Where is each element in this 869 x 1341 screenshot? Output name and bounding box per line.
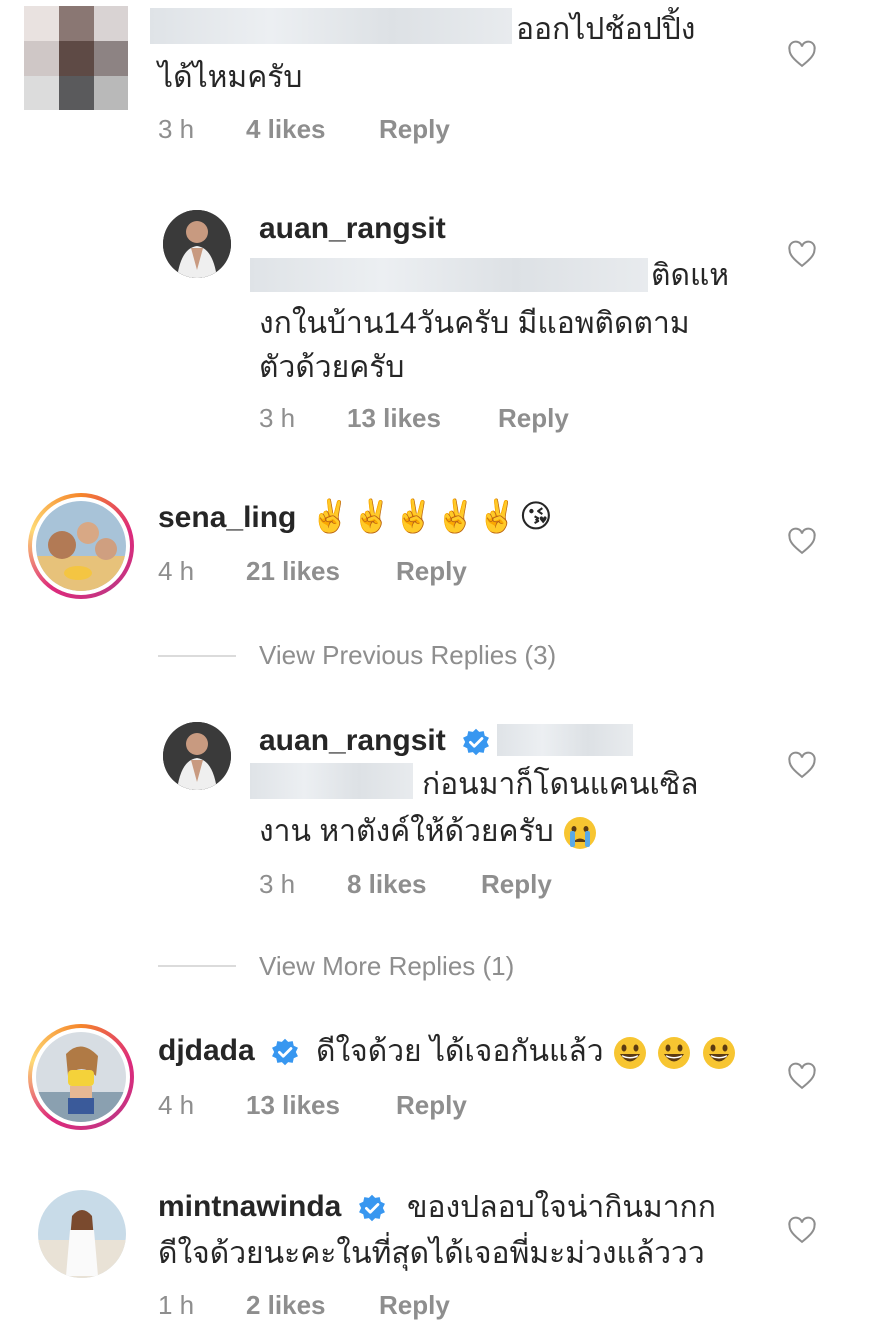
person-photo-icon [36, 1032, 126, 1122]
blurred-text [150, 8, 512, 44]
reply-button[interactable]: Reply [498, 403, 569, 434]
username-text[interactable]: djdada [158, 1034, 255, 1067]
comment-5: djdada ดีใจด้วย ได้เจอกันแล้ว 4 h 13 lik… [0, 1020, 869, 1150]
comment-text-line2: ดีใจด้วยนะคะในที่สุดได้เจอพี่มะม่วงแล้วว… [158, 1237, 705, 1270]
comment-text-line1: ก่อนมาก็โดนแคนเซิล [422, 768, 699, 801]
view-more-replies[interactable]: View More Replies (1) [259, 951, 514, 982]
comment-time: 3 h [259, 403, 296, 433]
comment-likes[interactable]: 13 likes [347, 403, 441, 434]
reply-button[interactable]: Reply [396, 1090, 467, 1121]
heart-icon[interactable] [787, 527, 817, 555]
comment-likes[interactable]: 21 likes [246, 556, 340, 587]
blurred-mention [250, 258, 648, 292]
blurred-mention [250, 763, 413, 799]
heart-icon[interactable] [787, 40, 817, 68]
username[interactable]: auan_rangsit [259, 724, 490, 758]
reply-button[interactable]: Reply [379, 1290, 450, 1321]
comment-text-line2: งาน หาตังค์ให้ด้วยครับ [259, 808, 598, 856]
avatar-mintnawinda[interactable] [38, 1190, 126, 1278]
comment-time: 3 h [158, 114, 195, 144]
comment-time: 3 h [259, 869, 296, 899]
grinning-face-icon [658, 1037, 691, 1070]
comment-text-line3: ตัวด้วยครับ [259, 351, 405, 384]
verified-badge-icon [272, 1038, 298, 1066]
comment-2: auan_rangsit ติดแห งกในบ้าน14วันครับ มีแ… [0, 200, 869, 450]
comment-text-line2: ได้ไหมครับ [158, 61, 303, 94]
comment-likes[interactable]: 4 likes [246, 114, 326, 145]
verified-badge-icon [358, 1194, 385, 1222]
avatar-sena-ling [36, 501, 126, 591]
heart-icon[interactable] [787, 751, 817, 779]
comment-likes[interactable]: 2 likes [246, 1290, 326, 1321]
pixelated-avatar-icon [24, 6, 128, 110]
blurred-mention [497, 724, 633, 756]
reply-button[interactable]: Reply [396, 556, 467, 587]
comment-text-line1: ของปลอบใจน่ากินมากก [407, 1191, 716, 1224]
person-photo-icon [163, 210, 231, 278]
comment-text-body: ดีใจด้วย ได้เจอกันแล้ว [316, 1035, 604, 1068]
group-photo-icon [36, 501, 126, 591]
grinning-face-icon [702, 1037, 735, 1070]
divider-line [158, 965, 236, 967]
avatar-djdada [36, 1032, 126, 1122]
comment-text-line1: ติดแห [651, 259, 730, 292]
crying-face-icon [564, 817, 597, 850]
comment-time: 1 h [158, 1290, 195, 1320]
comment-time: 4 h [158, 556, 195, 586]
reply-button[interactable]: Reply [379, 114, 450, 145]
divider-line [158, 655, 236, 657]
avatar-blurred[interactable] [24, 6, 128, 110]
username[interactable]: djdada [158, 1034, 299, 1068]
comment-text-line2-text: งาน หาตังค์ให้ด้วยครับ [259, 815, 554, 848]
comment-likes[interactable]: 8 likes [347, 869, 427, 900]
comment-text-line1: ออกไปช้อปปิ้ง [516, 13, 696, 46]
comment-text: ดีใจด้วย ได้เจอกันแล้ว [316, 1028, 737, 1076]
person-photo-icon [38, 1190, 126, 1278]
comment-text-line2: งกในบ้าน14วันครับ มีแอพติดตาม [259, 307, 690, 340]
story-ring[interactable] [28, 1024, 134, 1130]
heart-icon[interactable] [787, 240, 817, 268]
story-ring[interactable] [28, 493, 134, 599]
username-text[interactable]: mintnawinda [158, 1190, 341, 1223]
verified-badge-icon [463, 728, 490, 756]
avatar-auan-rangsit[interactable] [163, 210, 231, 278]
comment-6: mintnawinda ของปลอบใจน่ากินมากก ดีใจด้วย… [0, 1180, 869, 1341]
username[interactable]: mintnawinda [158, 1190, 386, 1224]
comment-time: 4 h [158, 1090, 195, 1120]
username-text[interactable]: auan_rangsit [259, 724, 446, 757]
grinning-face-icon [613, 1037, 646, 1070]
person-photo-icon [163, 722, 231, 790]
reply-button[interactable]: Reply [481, 869, 552, 900]
username[interactable]: auan_rangsit [259, 212, 446, 246]
comment-likes[interactable]: 13 likes [246, 1090, 340, 1121]
heart-icon[interactable] [787, 1062, 817, 1090]
comment-4: auan_rangsit ก่อนมาก็โดนแคนเซิล งาน หาตั… [0, 713, 869, 913]
view-previous-replies[interactable]: View Previous Replies (3) [259, 640, 556, 671]
emoji-row: ✌️✌️✌️✌️✌️😘 [310, 497, 555, 535]
heart-icon[interactable] [787, 1216, 817, 1244]
username[interactable]: sena_ling [158, 501, 296, 535]
avatar-auan-rangsit[interactable] [163, 722, 231, 790]
comment-1: ออกไปช้อปปิ้ง ได้ไหมครับ 3 h 4 likes Rep… [0, 0, 869, 160]
comment-3: sena_ling ✌️✌️✌️✌️✌️😘 4 h 21 likes Reply [0, 485, 869, 615]
